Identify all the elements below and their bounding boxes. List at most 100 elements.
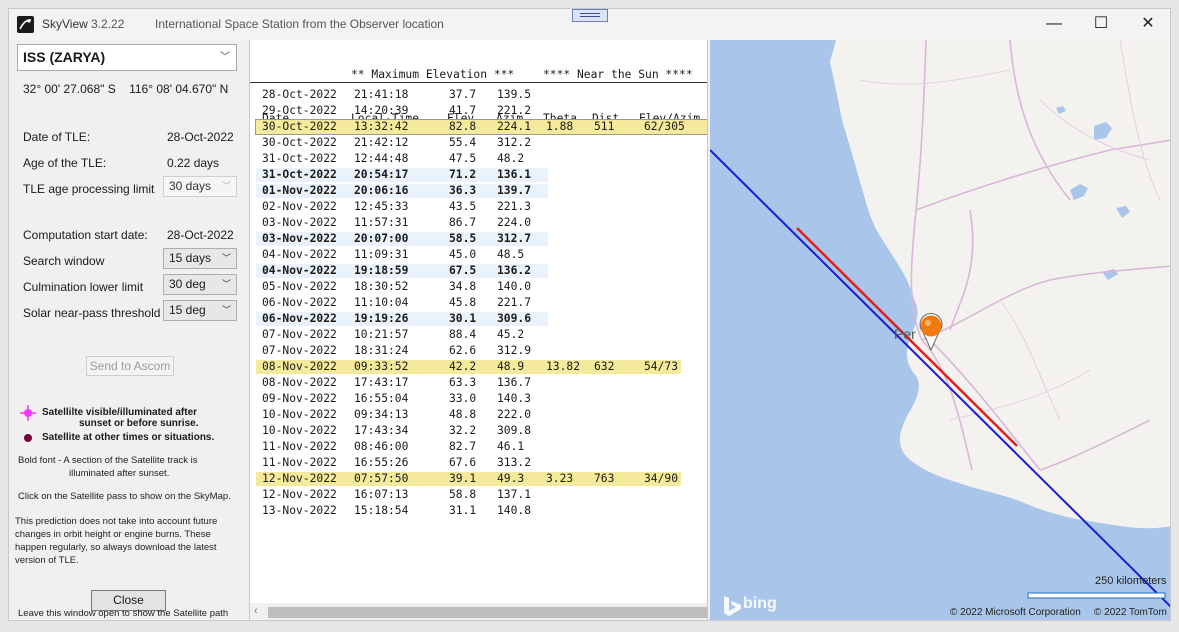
cell-local-time: 09:33:52	[354, 360, 409, 373]
cell-date: 11-Nov-2022	[262, 456, 337, 469]
search-window-select[interactable]: 15 days ﹀	[163, 248, 237, 269]
cell-local-time: 18:30:52	[354, 280, 409, 293]
tle-limit-value: 30 days	[169, 179, 212, 193]
cell-date: 11-Nov-2022	[262, 440, 337, 453]
table-row[interactable]: 11-Nov-2022 08:46:00 82.7 46.1	[250, 439, 707, 455]
scale-bar	[1027, 592, 1166, 599]
computation-start-value: 28-Oct-2022	[167, 228, 234, 242]
cell-elev: 62.6	[449, 344, 477, 357]
table-row[interactable]: 06-Nov-2022 11:10:04 45.8 221.7	[250, 295, 707, 311]
cell-elev: 36.3	[449, 184, 477, 197]
scrollbar-thumb[interactable]	[268, 607, 707, 618]
solar-threshold-select[interactable]: 15 deg ﹀	[163, 300, 237, 321]
cell-elev: 45.0	[449, 248, 477, 261]
prediction-note: This prediction does not take into accou…	[15, 516, 218, 527]
cell-local-time: 16:55:04	[354, 392, 409, 405]
culmination-label: Culmination lower limit	[23, 280, 144, 294]
cell-date: 28-Oct-2022	[262, 88, 337, 101]
cell-local-time: 17:43:34	[354, 424, 409, 437]
table-row[interactable]: 04-Nov-2022 11:09:31 45.0 48.5	[250, 247, 707, 263]
table-row[interactable]: 08-Nov-2022 09:33:52 42.2 48.9 13.82 632 54/73	[250, 359, 707, 375]
table-row[interactable]: 10-Nov-2022 09:34:13 48.8 222.0	[250, 407, 707, 423]
legend-visible-text: Satellilte visible/illuminated after	[42, 407, 198, 418]
cell-local-time: 18:31:24	[354, 344, 409, 357]
copyright-tomtom: © 2022 TomTom	[1094, 607, 1167, 618]
maximize-button[interactable]: ☐	[1078, 9, 1124, 40]
cell-local-time: 12:44:48	[354, 152, 409, 165]
minimize-button[interactable]: —	[1031, 9, 1077, 40]
table-row[interactable]: 12-Nov-2022 07:57:50 39.1 49.3 3.23 763 34/90	[250, 471, 707, 487]
cell-local-time: 14:20:39	[354, 104, 409, 117]
satellite-select-value: ISS (ZARYA)	[23, 49, 106, 65]
prediction-note-4: version of TLE.	[15, 555, 79, 566]
cell-date: 30-Oct-2022	[262, 120, 337, 133]
cell-elev: 67.6	[449, 456, 477, 469]
leave-open-note: Leave this window open to show the Satel…	[18, 608, 229, 619]
tle-limit-select[interactable]: 30 days ﹀	[163, 176, 237, 197]
chevron-down-icon: ﹀	[220, 52, 230, 63]
close-window-button[interactable]: ✕	[1125, 9, 1170, 40]
cell-elev: 45.8	[449, 296, 477, 309]
send-to-ascom-button[interactable]: Send to Ascom	[86, 356, 174, 376]
table-row[interactable]: 31-Oct-2022 12:44:48 47.5 48.2	[250, 151, 707, 167]
cell-local-time: 07:57:50	[354, 472, 409, 485]
table-row[interactable]: 30-Oct-2022 13:32:42 82.8 224.1 1.88 511 62/30…	[250, 119, 707, 135]
cell-date: 08-Nov-2022	[262, 360, 337, 373]
satellite-select[interactable]: ISS (ZARYA) ﹀	[17, 44, 237, 71]
cell-elev: 32.2	[449, 424, 477, 437]
date-of-tle-label: Date of TLE:	[23, 130, 91, 144]
table-row[interactable]: 30-Oct-2022 21:42:12 55.4 312.2	[250, 135, 707, 151]
cell-azim: 139.5	[497, 88, 532, 101]
app-version: 3.2.22	[91, 17, 125, 31]
table-row[interactable]: 07-Nov-2022 10:21:57 88.4 45.2	[250, 327, 707, 343]
table-row[interactable]: 11-Nov-2022 16:55:26 67.6 313.2	[250, 455, 707, 471]
cell-local-time: 21:42:12	[354, 136, 409, 149]
drag-grip-handle[interactable]	[572, 9, 608, 22]
table-row[interactable]: 13-Nov-2022 15:18:54 31.1 140.8	[250, 503, 707, 519]
map-view[interactable]: Per 250 kilometers bing © 2022 Microsoft…	[710, 40, 1171, 621]
skyview-window: SkyView 3.2.22 International Space Stati…	[8, 8, 1171, 621]
legend-visible-text-2: sunset or before sunrise.	[79, 418, 199, 429]
table-row[interactable]: 07-Nov-2022 18:31:24 62.6 312.9	[250, 343, 707, 359]
cell-azim: 45.2	[497, 328, 525, 341]
table-row[interactable]: 10-Nov-2022 17:43:34 32.2 309.8	[250, 423, 707, 439]
cell-azim: 313.2	[497, 456, 532, 469]
cell-date: 10-Nov-2022	[262, 408, 337, 421]
table-row[interactable]: 31-Oct-2022 20:54:17 71.2 136.1	[250, 167, 707, 183]
table-row[interactable]: 29-Oct-2022 14:20:39 41.7 221.2	[250, 103, 707, 119]
cell-elev: 63.3	[449, 376, 477, 389]
window-title: International Space Station from the Obs…	[155, 17, 444, 31]
cell-elev: 34.8	[449, 280, 477, 293]
cell-azim: 140.8	[497, 504, 532, 517]
culmination-select[interactable]: 30 deg ﹀	[163, 274, 237, 295]
bing-logo: bing	[743, 595, 777, 612]
table-row[interactable]: 02-Nov-2022 12:45:33 43.5 221.3	[250, 199, 707, 215]
cell-local-time: 10:21:57	[354, 328, 409, 341]
cell-azim: 48.5	[497, 248, 525, 261]
cell-azim: 140.3	[497, 392, 532, 405]
map-canvas[interactable]	[710, 40, 1171, 621]
cell-date: 04-Nov-2022	[262, 248, 337, 261]
table-row[interactable]: 28-Oct-2022 21:41:18 37.7 139.5	[250, 87, 707, 103]
table-row[interactable]: 05-Nov-2022 18:30:52 34.8 140.0	[250, 279, 707, 295]
table-row[interactable]: 12-Nov-2022 16:07:13 58.8 137.1	[250, 487, 707, 503]
table-row[interactable]: 03-Nov-2022 11:57:31 86.7 224.0	[250, 215, 707, 231]
cell-theta: 3.23	[546, 472, 574, 485]
table-row[interactable]: 04-Nov-2022 19:18:59 67.5 136.2	[250, 263, 707, 279]
table-row[interactable]: 09-Nov-2022 16:55:04 33.0 140.3	[250, 391, 707, 407]
computation-start-label: Computation start date:	[23, 228, 148, 242]
cell-azim: 222.0	[497, 408, 532, 421]
solar-threshold-value: 15 deg	[169, 303, 206, 317]
cell-azim: 139.7	[497, 184, 532, 197]
cell-date: 03-Nov-2022	[262, 232, 337, 245]
prediction-note-3: happen regularly, so always download the…	[15, 542, 217, 553]
table-row[interactable]: 08-Nov-2022 17:43:17 63.3 136.7	[250, 375, 707, 391]
scroll-left-icon[interactable]: ‹	[254, 605, 258, 617]
observer-coordinates: 32° 00' 27.068" S 116° 08' 04.670" N	[23, 82, 229, 96]
table-row[interactable]: 06-Nov-2022 19:19:26 30.1 309.6	[250, 311, 707, 327]
table-row[interactable]: 03-Nov-2022 20:07:00 58.5 312.7	[250, 231, 707, 247]
bold-note: Bold font - A section of the Satellite t…	[18, 455, 198, 466]
horizontal-scrollbar[interactable]: ‹	[250, 603, 707, 620]
table-row[interactable]: 01-Nov-2022 20:06:16 36.3 139.7	[250, 183, 707, 199]
bold-note-2: illuminated after sunset.	[69, 468, 170, 479]
